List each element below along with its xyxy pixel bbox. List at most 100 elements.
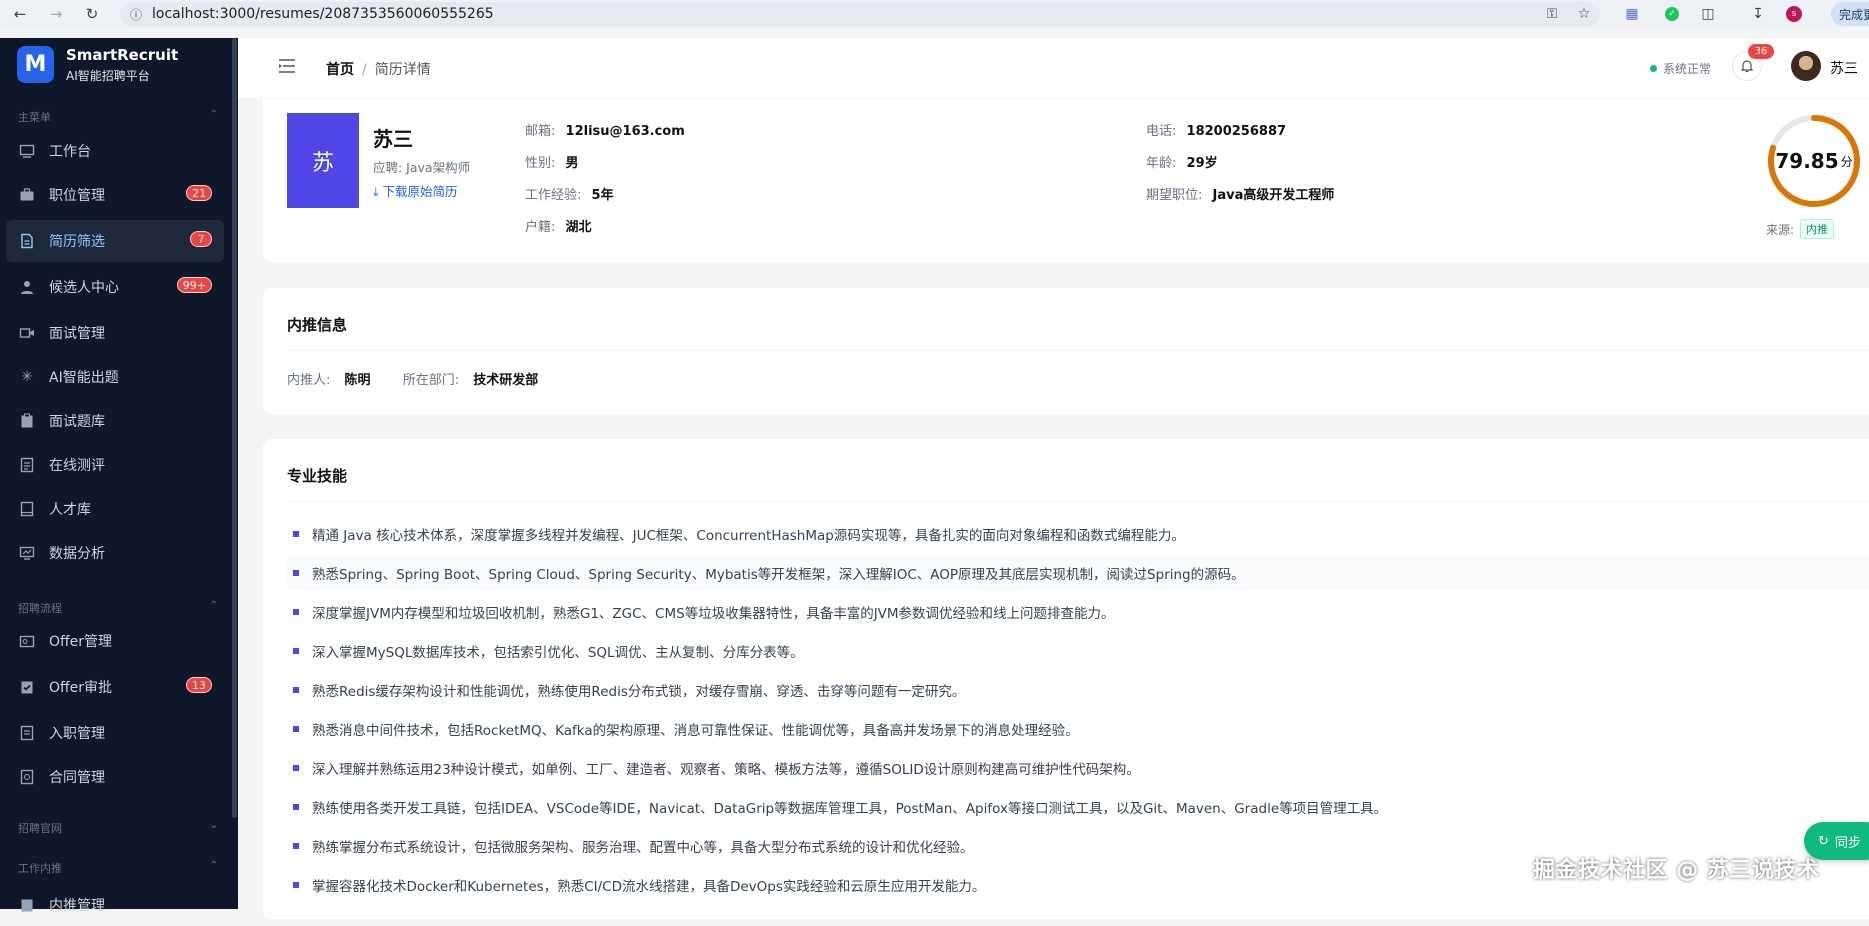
field-label: 内推人: [287,373,331,388]
field-label: 年龄: [1146,156,1177,171]
puzzle-icon[interactable]: ◫ [1696,0,1720,28]
sidebar-item-resumes[interactable]: 简历筛选 7 [6,220,224,262]
contract-icon [19,769,35,785]
field-value: 陈明 [344,373,371,388]
extension-check-icon[interactable]: ✓ [1660,0,1684,28]
list-item: 深入掌握MySQL数据库技术，包括索引优化、SQL调优、主从复制、分库分表等。 [287,634,1869,668]
download-resume-link[interactable]: ⤓ 下载原始简历 [373,181,458,200]
user-name[interactable]: 苏三 [1830,58,1858,78]
bullet-icon [293,804,299,810]
applied-position: 应聘: Java架构师 [373,160,471,175]
section-recruit[interactable]: 招聘流程 ⌃ [18,600,218,616]
breadcrumb-current: 简历详情 [374,62,431,78]
document-icon [19,233,35,249]
sidebar-scrollbar[interactable] [232,38,237,818]
gender-field: 性别: 男 [525,152,579,171]
clipboard-icon [19,413,35,429]
field-value: 29岁 [1186,156,1218,171]
sidebar-item-label: 人才库 [49,502,91,518]
sidebar-item-candidates[interactable]: 候选人中心 99+ [6,266,224,308]
section-internal[interactable]: 工作内推 ⌃ [18,860,218,876]
sidebar-item-referrals[interactable]: 内推管理 [6,884,224,926]
url-text: localhost:3000/resumes/20873535600605552… [152,6,494,22]
sidebar-item-dashboard[interactable]: 工作台 [6,130,224,172]
profile-icon[interactable]: s [1782,0,1806,28]
count-badge: 21 [186,185,212,201]
bullet-icon [293,609,299,615]
sidebar-item-ai-questions[interactable]: ✳ AI智能出题 [6,356,224,398]
sidebar-item-offer-approval[interactable]: Offer审批 13 [6,666,224,708]
system-status: 系统正常 [1650,60,1711,77]
sidebar-item-label: 内推管理 [49,898,105,914]
sidebar-item-interviews[interactable]: 面试管理 [6,312,224,354]
finish-update-button[interactable]: 完成更 [1831,2,1869,26]
match-score: 79.85 分 [1766,113,1862,209]
field-value: 技术研发部 [473,373,539,388]
bookmark-star-icon[interactable]: ☆ [1572,0,1596,28]
briefcase-icon [19,187,35,203]
count-badge: 13 [186,677,212,693]
count-badge: 7 [190,231,212,247]
sidebar-item-label: 面试题库 [49,414,105,430]
sidebar-item-label: 简历筛选 [49,234,105,250]
reload-icon[interactable]: ↻ [78,0,106,28]
sidebar-item-online-test[interactable]: 在线测评 [6,444,224,486]
sidebar-item-label: Offer审批 [49,680,113,696]
sidebar-item-contracts[interactable]: 合同管理 [6,756,224,798]
skill-text: 深入理解并熟练运用23种设计模式，如单例、工厂、建造者、观察者、策略、模板方法等… [312,762,1140,778]
source-tag: 内推 [1800,219,1835,239]
download-label: 下载原始简历 [382,184,458,199]
sidebar-item-jobs[interactable]: 职位管理 21 [6,174,224,216]
dashboard-icon [19,143,35,159]
approve-icon [19,679,35,695]
section-site[interactable]: 招聘官网 ⌄ [18,820,218,836]
section-main[interactable]: 主菜单 ⌃ [18,109,218,125]
candidate-name: 苏三 [373,127,413,151]
sidebar-item-label: 面试管理 [49,326,105,342]
site-info-icon[interactable]: ⓘ [130,6,142,23]
section-label: 招聘流程 [18,602,62,615]
sidebar-item-offers[interactable]: Offer管理 [6,620,224,662]
chevron-up-icon: ⌃ [209,860,218,871]
field-value: 12lisu@163.com [565,124,685,139]
download-icon: ⤓ [373,184,379,199]
breadcrumb-home[interactable]: 首页 [326,62,354,78]
sidebar-item-label: 在线测评 [49,458,105,474]
candidate-avatar: 苏 [287,113,359,208]
sidebar-item-analytics[interactable]: 数据分析 [6,532,224,574]
key-icon[interactable]: ⚿ [1540,0,1564,28]
referrer-field: 内推人: 陈明 所在部门: 技术研发部 [287,369,538,388]
address-bar[interactable]: ⓘ localhost:3000/resumes/208735356006055… [120,2,1600,26]
back-arrow-icon[interactable]: ← [6,0,34,28]
forward-arrow-icon[interactable]: → [42,0,70,28]
section-label: 招聘官网 [18,822,62,835]
brand-name: SmartRecruit [66,46,179,64]
source-field: 来源: 内推 [1766,219,1835,239]
avatar[interactable] [1791,51,1821,81]
field-label: 户籍: [525,220,556,235]
section-label: 工作内推 [18,862,62,875]
field-label: 所在部门: [402,373,460,388]
menu-toggle-icon[interactable] [278,58,296,74]
sidebar-item-question-bank[interactable]: 面试题库 [6,400,224,442]
sidebar-item-onboarding[interactable]: 入职管理 [6,712,224,754]
list-item: 熟悉Redis缓存架构设计和性能调优，熟练使用Redis分布式锁，对缓存雪崩、穿… [287,673,1869,707]
expected-position-field: 期望职位: Java高级开发工程师 [1146,184,1334,203]
sync-button[interactable]: ↻ 同步 [1804,822,1869,860]
download-icon[interactable]: ↧ [1746,0,1770,28]
system-status-text: 系统正常 [1663,62,1712,76]
score-value: 79.85 [1775,149,1839,173]
bullet-icon [293,531,299,537]
field-label: 工作经验: [525,188,582,203]
skill-text: 精通 Java 核心技术体系，深度掌握多线程并发编程、JUC框架、Concurr… [312,528,1185,544]
book-icon [19,501,35,517]
extension-icon[interactable]: ▦ [1620,0,1644,28]
sparkle-icon: ✳ [21,369,33,385]
sidebar-item-label: Offer管理 [49,634,113,650]
sidebar-item-label: AI智能出题 [49,370,119,386]
sidebar-item-talent-pool[interactable]: 人才库 [6,488,224,530]
breadcrumb: 首页 / 简历详情 [326,59,431,79]
skill-text: 深入掌握MySQL数据库技术，包括索引优化、SQL调优、主从复制、分库分表等。 [312,645,804,661]
experience-field: 工作经验: 5年 [525,184,614,203]
list-item: 深入理解并熟练运用23种设计模式，如单例、工厂、建造者、观察者、策略、模板方法等… [287,751,1869,785]
